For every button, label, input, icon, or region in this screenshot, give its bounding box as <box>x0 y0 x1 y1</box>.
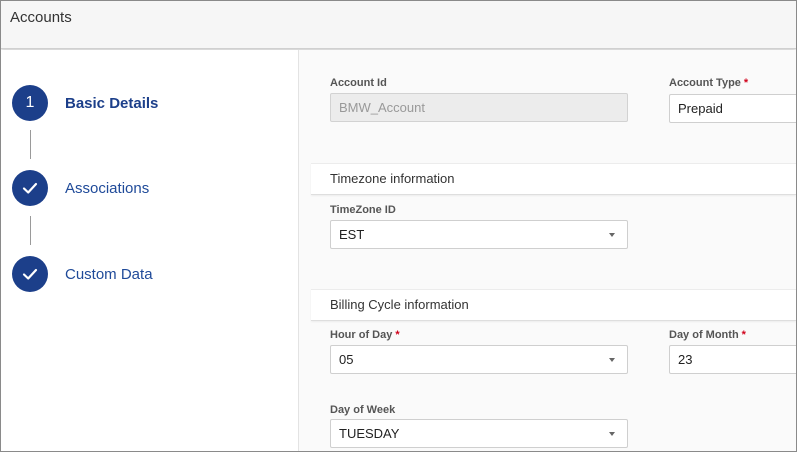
step-basic-details[interactable]: 1 Basic Details <box>12 85 158 121</box>
step-connector <box>30 130 31 159</box>
step-label-basic-details: Basic Details <box>65 94 159 112</box>
step-label-associations: Associations <box>65 179 150 197</box>
chevron-down-icon <box>609 233 615 237</box>
step-label-custom-data: Custom Data <box>65 265 153 283</box>
day-of-week-value: TUESDAY <box>339 426 400 441</box>
step-associations[interactable]: Associations <box>12 170 149 206</box>
chevron-down-icon <box>609 358 615 362</box>
billing-section-title: Billing Cycle information <box>330 297 469 312</box>
stepper-sidebar: 1 Basic Details Associations Custom Data <box>1 50 299 451</box>
account-type-label-text: Account Type <box>669 77 741 89</box>
account-id-field: BMW_Account <box>330 93 628 122</box>
step-number-badge: 1 <box>12 85 48 121</box>
day-of-month-label: Day of Month * <box>669 329 746 341</box>
header: Accounts <box>1 1 796 49</box>
form-panel: Account Id BMW_Account Account Type * Pre… <box>299 50 796 451</box>
check-icon <box>12 170 48 206</box>
timezone-id-select[interactable]: EST <box>330 220 628 249</box>
hour-of-day-select[interactable]: 05 <box>330 345 628 374</box>
day-of-week-label: Day of Week <box>330 404 396 416</box>
check-icon <box>12 256 48 292</box>
account-type-label: Account Type * <box>669 77 748 89</box>
day-of-month-field[interactable]: 23 <box>669 345 796 374</box>
required-marker: * <box>743 77 749 89</box>
step-number: 1 <box>25 94 35 111</box>
timezone-section-header: Timezone information <box>311 163 796 195</box>
required-marker: * <box>395 329 400 341</box>
timezone-id-value: EST <box>339 227 365 242</box>
timezone-id-label: TimeZone ID <box>330 204 396 216</box>
hour-of-day-value: 05 <box>339 352 354 367</box>
required-marker: * <box>741 329 746 341</box>
hour-of-day-label: Hour of Day * <box>330 329 400 341</box>
chevron-down-icon <box>609 432 615 436</box>
timezone-section-title: Timezone information <box>330 171 455 186</box>
day-of-week-select[interactable]: TUESDAY <box>330 419 628 448</box>
account-type-field[interactable]: Prepaid <box>669 94 796 123</box>
billing-section-header: Billing Cycle information <box>311 289 796 321</box>
page-title: Accounts <box>10 9 72 26</box>
app-window: Accounts 1 Basic Details Associations Cu… <box>0 0 797 452</box>
day-of-month-label-text: Day of Month <box>669 329 739 341</box>
account-id-label: Account Id <box>330 77 387 89</box>
step-custom-data[interactable]: Custom Data <box>12 256 153 292</box>
step-connector <box>30 216 31 245</box>
hour-of-day-label-text: Hour of Day <box>330 329 393 341</box>
